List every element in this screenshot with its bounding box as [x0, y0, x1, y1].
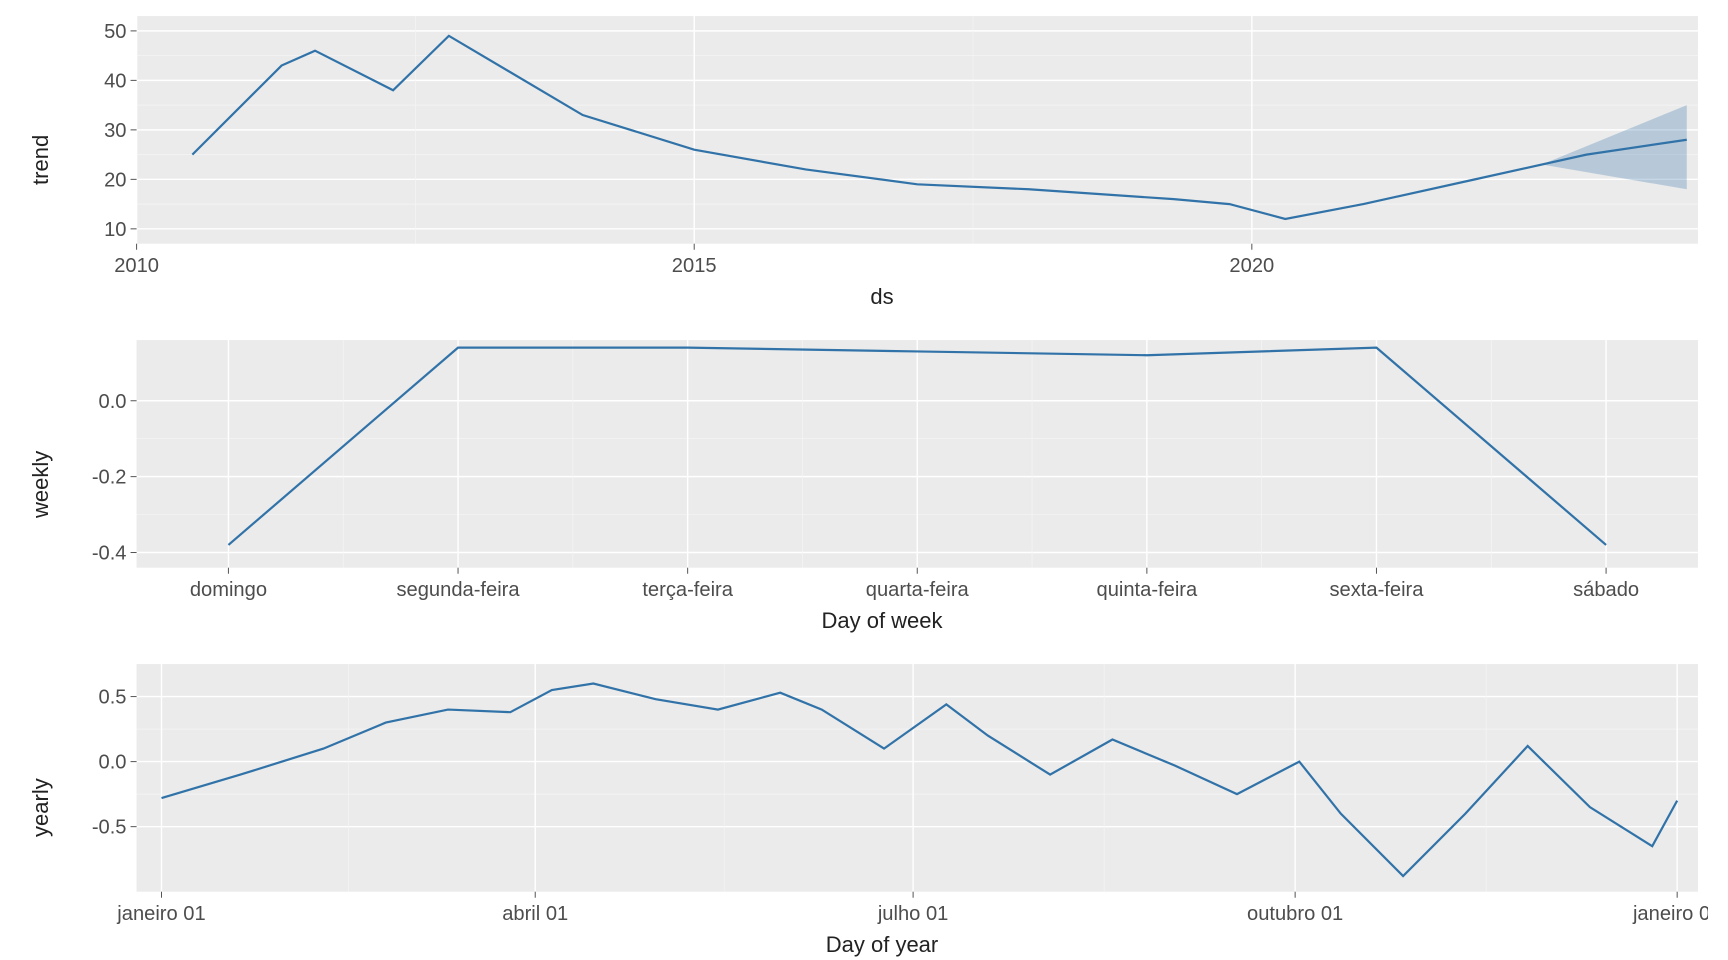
- svg-text:abril 01: abril 01: [502, 903, 568, 925]
- svg-text:20: 20: [104, 169, 126, 191]
- svg-text:sábado: sábado: [1573, 579, 1639, 601]
- svg-text:0.0: 0.0: [99, 391, 127, 413]
- yearly-xlabel: Day of year: [56, 932, 1708, 958]
- svg-text:julho 01: julho 01: [877, 903, 949, 925]
- weekly-xlabel: Day of week: [56, 608, 1708, 634]
- svg-text:-0.5: -0.5: [92, 817, 127, 839]
- weekly-chart: -0.4 -0.2 0.0 domingo segunda-feira terça-fei…: [56, 334, 1708, 606]
- svg-text:terça-feira: terça-feira: [642, 579, 733, 601]
- svg-text:segunda-feira: segunda-feira: [396, 579, 520, 601]
- trend-xlabel: ds: [56, 284, 1708, 310]
- svg-text:-0.2: -0.2: [92, 467, 127, 489]
- svg-text:quarta-feira: quarta-feira: [866, 579, 970, 601]
- svg-text:janeiro 01: janeiro 01: [1632, 903, 1708, 925]
- svg-text:quinta-feira: quinta-feira: [1097, 579, 1198, 601]
- prophet-components-figure: trend 10 20 30 40 50 2010 2015 2020 ds weekly -…: [0, 0, 1728, 960]
- svg-text:10: 10: [104, 219, 126, 241]
- svg-text:domingo: domingo: [190, 579, 267, 601]
- svg-text:2015: 2015: [672, 255, 717, 277]
- svg-text:2010: 2010: [114, 255, 159, 277]
- weekly-ylabel: weekly: [20, 334, 56, 634]
- yearly-chart: -0.5 0.0 0.5 janeiro 01 abril 01 julho 01 outu…: [56, 658, 1708, 930]
- yearly-ylabel: yearly: [20, 658, 56, 958]
- svg-text:0.0: 0.0: [99, 752, 127, 774]
- svg-text:50: 50: [104, 21, 126, 43]
- yearly-panel: yearly -0.5 0.0 0.5 janeiro 01 abril 01 julho…: [20, 658, 1708, 958]
- trend-ylabel: trend: [20, 10, 56, 310]
- svg-text:janeiro 01: janeiro 01: [116, 903, 205, 925]
- svg-text:outubro 01: outubro 01: [1247, 903, 1343, 925]
- trend-chart: 10 20 30 40 50 2010 2015 2020: [56, 10, 1708, 282]
- weekly-panel: weekly -0.4 -0.2 0.0 domingo segunda-feira te…: [20, 334, 1708, 634]
- svg-text:-0.4: -0.4: [92, 543, 127, 565]
- trend-panel: trend 10 20 30 40 50 2010 2015 2020 ds: [20, 10, 1708, 310]
- svg-text:2020: 2020: [1229, 255, 1274, 277]
- svg-text:0.5: 0.5: [99, 687, 127, 709]
- svg-text:40: 40: [104, 70, 126, 92]
- svg-text:30: 30: [104, 120, 126, 142]
- svg-text:sexta-feira: sexta-feira: [1329, 579, 1424, 601]
